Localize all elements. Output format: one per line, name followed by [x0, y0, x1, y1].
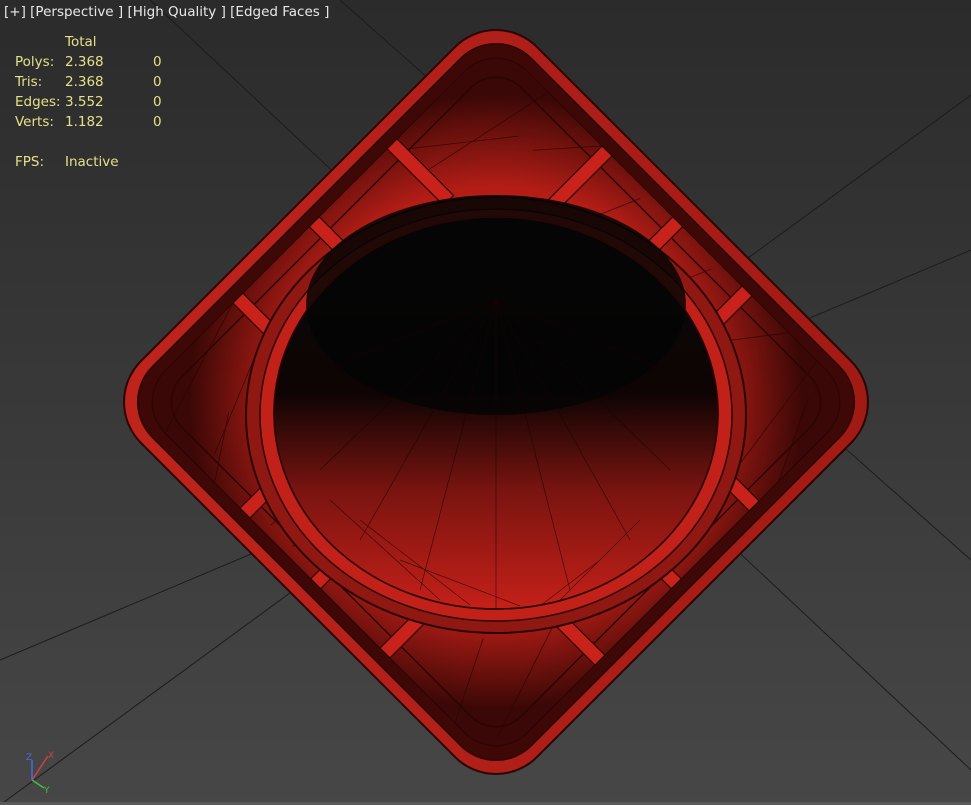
stats-selected: 0	[153, 74, 162, 90]
stats-row-verts: Verts: 1.182 0	[15, 112, 173, 132]
stats-label: Polys:	[15, 54, 55, 70]
bowl	[245, 195, 747, 634]
shading-menu-button[interactable]: [High Quality ]	[127, 4, 225, 20]
z-axis-label: Z	[26, 753, 32, 763]
y-axis-line	[31, 779, 45, 789]
stats-row-tris: Tris: 2.368 0	[15, 72, 173, 92]
stats-row-edges: Edges: 3.552 0	[15, 92, 173, 112]
viewport-menu-button[interactable]: [+]	[4, 4, 26, 20]
y-axis-label: Y	[43, 786, 50, 794]
stats-selected: 0	[153, 114, 162, 130]
x-axis-line	[31, 755, 49, 781]
perspective-menu-button[interactable]: [Perspective ]	[30, 4, 123, 20]
perspective-viewport[interactable]: [+] [Perspective ] [High Quality ] [Edge…	[0, 0, 971, 805]
x-axis-label: X	[48, 751, 54, 761]
stats-row-polys: Polys: 2.368 0	[15, 52, 173, 72]
stats-total: 2.368	[65, 54, 104, 70]
axis-gizmo-icon: X Y Z	[26, 751, 54, 794]
stats-total: 3.552	[65, 94, 104, 110]
stats-selected: 0	[153, 94, 162, 110]
stats-label: Verts:	[15, 114, 54, 130]
stats-header-total: Total	[65, 34, 97, 50]
stats-label: Tris:	[15, 74, 43, 90]
stats-total: 1.182	[65, 114, 104, 130]
fps-label: FPS:	[15, 154, 45, 170]
fps-value: Inactive	[65, 154, 119, 170]
edged-faces-menu-button[interactable]: [Edged Faces ]	[230, 4, 329, 20]
statistics-overlay: Total Polys: 2.368 0 Tris: 2.368 0 Edges…	[15, 32, 173, 172]
stats-label: Edges:	[15, 94, 61, 110]
stats-row-fps: FPS: Inactive	[15, 152, 173, 172]
stats-total: 2.368	[65, 74, 104, 90]
viewport-label: [+] [Perspective ] [High Quality ] [Edge…	[4, 4, 329, 20]
stats-selected: 0	[153, 54, 162, 70]
